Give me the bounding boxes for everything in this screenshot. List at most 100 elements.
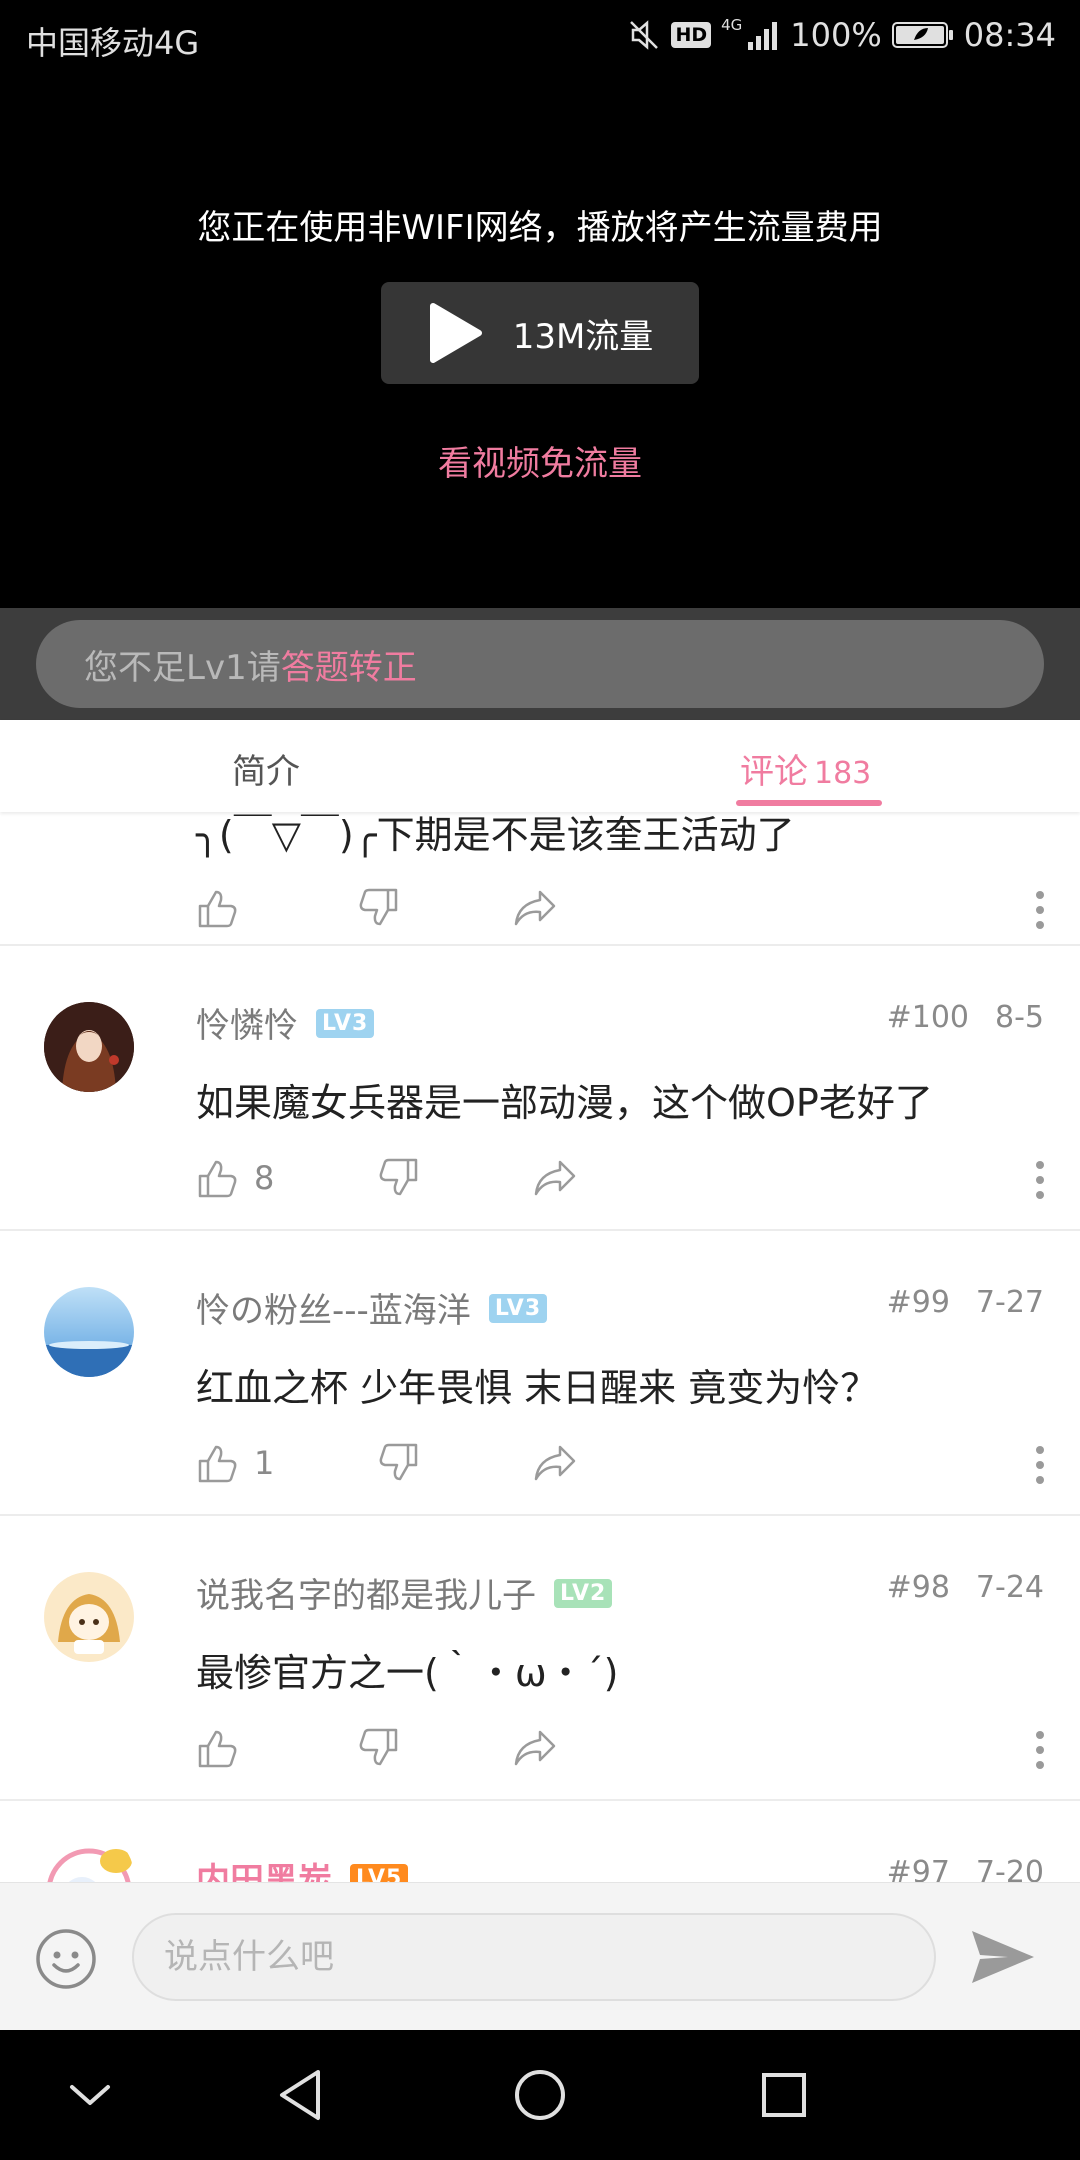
clock: 08:34 <box>963 16 1056 54</box>
comment-date: 7-20 <box>975 1855 1044 1882</box>
share-icon <box>514 1730 556 1766</box>
mobile-data-warning: 您正在使用非WIFI网络，播放将产生流量费用 <box>197 208 883 248</box>
comment-date: 7-24 <box>975 1570 1044 1605</box>
thumbs-up-icon <box>198 1445 237 1483</box>
dislike-button[interactable] <box>356 1726 400 1770</box>
tab-intro[interactable]: 简介 <box>232 744 300 793</box>
username[interactable]: 说我名字的都是我儿子 LV2 <box>196 1568 613 1617</box>
level-badge: LV3 <box>316 1009 375 1038</box>
comment-meta: #97 7-20 <box>887 1855 1044 1882</box>
comment-actions <box>196 1726 1046 1786</box>
comment-item: 怜の粉丝---蓝海洋 LV3 #99 7-27 红血之杯 少年畏惧 末日醒来 竟变为… <box>0 1231 1080 1516</box>
comment-item: 内田黑炭 LV5 #97 7-20 <box>0 1801 1080 1882</box>
play-icon <box>429 303 482 363</box>
comment-content: ╮(￣▽￣)╭下期是不是该奎王活动了 <box>196 813 795 857</box>
comment-item: 怜憐怜 LV3 #100 8-5 如果魔女兵器是一部动漫，这个做OP老好了 8 <box>0 946 1080 1231</box>
tab-comments[interactable]: 评论 183 <box>740 744 871 793</box>
share-button[interactable] <box>532 1441 578 1485</box>
username-text: 怜の粉丝---蓝海洋 <box>196 1291 471 1331</box>
comment-date: 8-5 <box>995 1000 1044 1035</box>
share-button[interactable] <box>512 1726 558 1770</box>
level-badge: LV3 <box>488 1294 548 1323</box>
avatar[interactable] <box>44 1002 134 1092</box>
username[interactable]: 怜憐怜 LV3 <box>196 998 375 1047</box>
like-button[interactable]: 8 <box>196 1156 274 1200</box>
share-button[interactable] <box>532 1156 578 1200</box>
thumbs-down-icon <box>359 1728 398 1766</box>
free-data-link[interactable]: 看视频免流量 <box>0 436 1080 485</box>
dislike-button[interactable] <box>376 1441 420 1485</box>
play-with-data-button[interactable]: 13M流量 <box>381 282 699 384</box>
comment-content: 红血之杯 少年畏惧 末日醒来 竟变为怜？ <box>196 1366 879 1410</box>
more-options-icon[interactable] <box>1034 1160 1046 1204</box>
comment-list[interactable]: ╮(￣▽￣)╭下期是不是该奎王活动了 怜憐怜 LV3 #100 8-5 如果魔女… <box>0 812 1080 1882</box>
thumbs-up-icon <box>198 1160 237 1198</box>
tab-comments-label: 评论 <box>740 752 808 792</box>
answer-quiz-link[interactable]: 答题转正 <box>281 640 417 689</box>
username-text: 说我名字的都是我儿子 <box>196 1576 536 1616</box>
like-button[interactable] <box>196 1726 240 1770</box>
comment-meta: #99 7-27 <box>887 1285 1044 1320</box>
more-options-icon[interactable] <box>1034 1730 1046 1774</box>
status-bar: 中国移动4G HD 4G 100% 08:34 <box>0 0 1080 76</box>
back-triangle-icon <box>280 2070 320 2120</box>
hd-icon: HD <box>671 22 712 48</box>
comment-input[interactable] <box>132 1913 936 2001</box>
username[interactable]: 怜の粉丝---蓝海洋 LV3 <box>196 1283 548 1332</box>
danmaku-input-disabled[interactable]: 您不足Lv1请 答题转正 <box>36 620 1044 708</box>
dislike-button[interactable] <box>356 886 400 930</box>
like-button[interactable] <box>196 886 240 930</box>
play-button-label: 13M流量 <box>512 316 654 357</box>
share-icon <box>534 1445 576 1481</box>
chevron-down-icon <box>70 2085 110 2105</box>
comment-actions: 1 <box>196 1441 1046 1501</box>
thumbs-up-icon <box>198 890 237 928</box>
avatar[interactable] <box>44 1831 134 1882</box>
comment-content: 如果魔女兵器是一部动漫，这个做OP老好了 <box>196 1081 933 1125</box>
floor-number: #100 <box>886 1000 969 1035</box>
share-icon <box>534 1160 576 1196</box>
username[interactable]: 内田黑炭 LV5 <box>196 1853 409 1882</box>
avatar[interactable] <box>44 1287 134 1377</box>
thumbs-down-icon <box>379 1443 418 1481</box>
back-button[interactable] <box>270 2030 330 2160</box>
comment-actions: 8 <box>196 1156 1046 1216</box>
recents-square-icon <box>762 2073 806 2117</box>
avatar[interactable] <box>44 1572 134 1662</box>
more-options-icon[interactable] <box>1034 890 1046 934</box>
comment-meta: #98 7-24 <box>887 1570 1044 1605</box>
mute-icon <box>627 18 661 52</box>
like-count: 8 <box>254 1159 275 1197</box>
emoji-icon[interactable] <box>34 1927 98 1995</box>
home-button[interactable] <box>508 2030 572 2160</box>
dislike-button[interactable] <box>376 1156 420 1200</box>
home-circle-icon <box>515 2070 565 2120</box>
like-button[interactable]: 1 <box>196 1441 274 1485</box>
send-icon[interactable] <box>968 1927 1038 1991</box>
like-count: 1 <box>254 1444 275 1482</box>
active-tab-indicator <box>736 800 882 806</box>
recents-button[interactable] <box>752 2030 816 2160</box>
hide-keyboard-button[interactable] <box>60 2030 120 2160</box>
comment-actions <box>196 886 1046 946</box>
level-badge: LV2 <box>554 1579 613 1608</box>
share-button[interactable] <box>512 886 558 930</box>
floor-number: #97 <box>886 1855 950 1882</box>
comment-item: ╮(￣▽￣)╭下期是不是该奎王活动了 <box>0 812 1080 946</box>
username-text: 内田黑炭 <box>196 1861 332 1882</box>
comment-input-bar <box>0 1882 1080 2030</box>
carrier-label: 中国移动4G <box>26 24 200 62</box>
thumbs-down-icon <box>359 888 398 926</box>
comment-meta: #100 8-5 <box>887 1000 1044 1035</box>
video-player[interactable]: 中国移动4G HD 4G 100% 08:34 您正在使用非WIFI网络，播放将… <box>0 0 1080 608</box>
more-options-icon[interactable] <box>1034 1445 1046 1489</box>
floor-number: #99 <box>886 1285 950 1320</box>
comment-content: 最惨官方之一(｀・ω・´) <box>196 1651 619 1695</box>
comment-item: 说我名字的都是我儿子 LV2 #98 7-24 最惨官方之一(｀・ω・´) <box>0 1516 1080 1801</box>
tab-bar: 简介 评论 183 <box>0 720 1080 812</box>
floor-number: #98 <box>886 1570 950 1605</box>
level-badge: LV5 <box>350 1864 409 1882</box>
level-notice-text: 您不足Lv1请 <box>84 647 281 688</box>
thumbs-up-icon <box>198 1730 237 1768</box>
system-nav-bar <box>0 2030 1080 2160</box>
